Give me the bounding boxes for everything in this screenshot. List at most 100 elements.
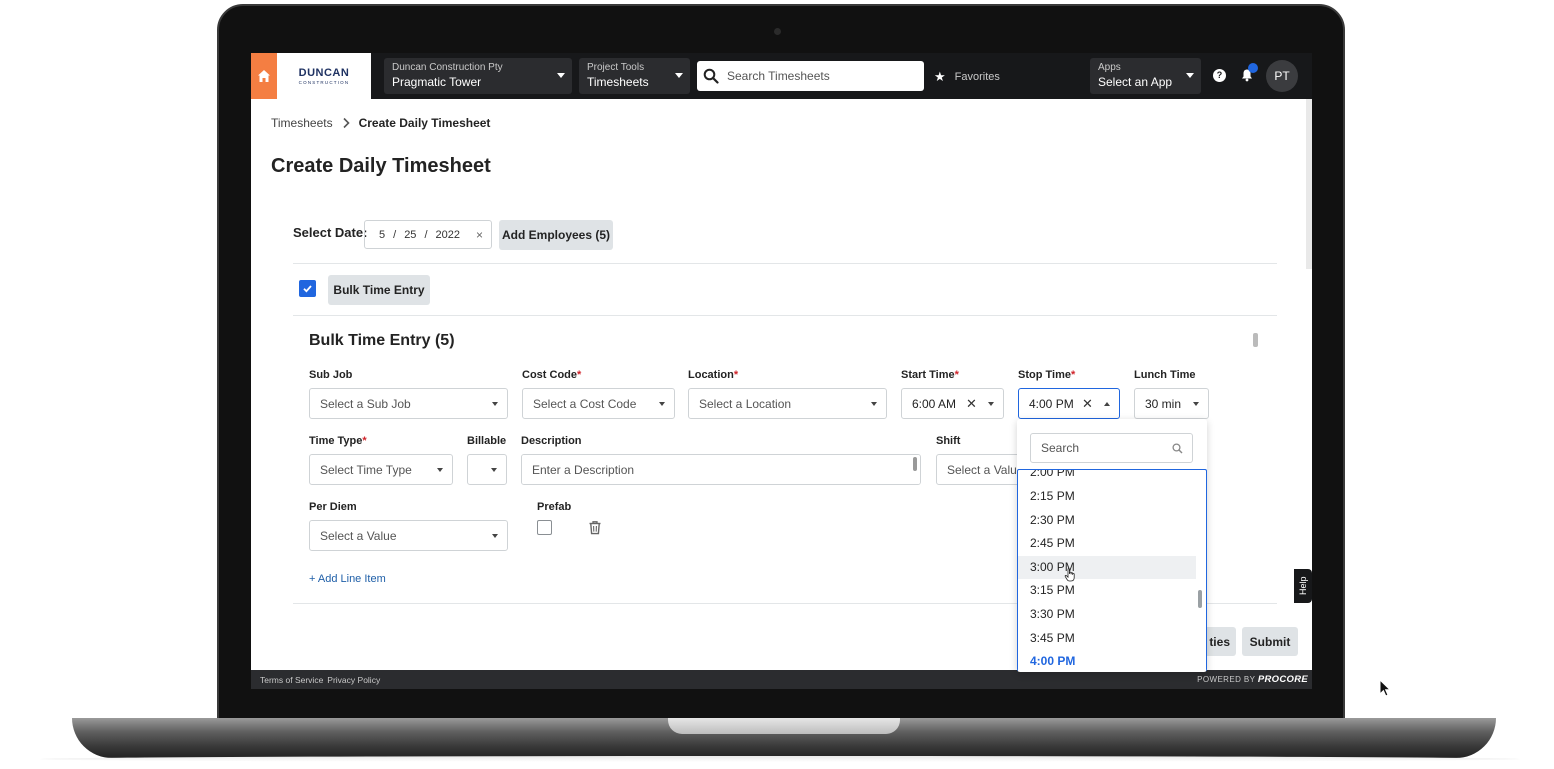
checkmark-icon <box>303 285 312 293</box>
caret-up-icon <box>1104 402 1110 406</box>
sub-job-select[interactable]: Select a Sub Job <box>309 388 508 419</box>
time-option[interactable]: 3:15 PM <box>1018 579 1196 603</box>
divider <box>293 315 1277 316</box>
time-option[interactable]: 2:30 PM <box>1018 509 1196 533</box>
location-placeholder: Select a Location <box>699 396 792 411</box>
help-tab[interactable]: Help <box>1294 569 1312 603</box>
time-option[interactable]: 3:30 PM <box>1018 603 1196 627</box>
time-type-select[interactable]: Select Time Type <box>309 454 453 485</box>
breadcrumb-current: Create Daily Timesheet <box>358 116 491 130</box>
tools-label: Project Tools <box>587 62 645 73</box>
apps-selector[interactable]: Apps Select an App <box>1090 58 1201 94</box>
submit-button[interactable]: Submit <box>1242 627 1298 656</box>
dropdown-search[interactable] <box>1030 433 1193 463</box>
date-day[interactable]: 25 <box>404 229 416 241</box>
caret-down-icon <box>988 402 994 406</box>
caret-down-icon <box>659 402 665 406</box>
footer: Terms of Service Privacy Policy POWERED … <box>251 670 1312 689</box>
billable-select[interactable] <box>467 454 507 485</box>
global-search[interactable] <box>697 61 924 91</box>
hand-cursor-icon <box>1064 568 1075 582</box>
shift-placeholder: Select a Value <box>947 462 1024 477</box>
laptop-mockup: DUNCAN CONSTRUCTION Duncan Construction … <box>0 0 1554 769</box>
select-date-label: Select Date: <box>293 225 368 240</box>
lunch-time-select[interactable]: 30 min <box>1134 388 1209 419</box>
description-resize-handle[interactable] <box>913 457 917 471</box>
bulk-time-entry-checkbox[interactable] <box>299 280 316 297</box>
avatar[interactable]: PT <box>1266 60 1298 92</box>
company-name: Duncan Construction Pty <box>392 62 503 73</box>
stop-time-value: 4:00 PM <box>1029 396 1074 411</box>
description-input[interactable] <box>521 454 921 485</box>
stop-time-select[interactable]: 4:00 PM ✕ <box>1018 388 1120 419</box>
stop-time-dropdown: 2:00 PM 2:15 PM 2:30 PM 2:45 PM 3:00 PM … <box>1017 419 1207 672</box>
page-scrollbar[interactable] <box>1306 99 1312 269</box>
powered-by: POWERED BY PROCORE <box>1197 674 1308 685</box>
time-options-list[interactable]: 2:00 PM 2:15 PM 2:30 PM 2:45 PM 3:00 PM … <box>1017 469 1207 672</box>
date-month[interactable]: 5 <box>379 229 385 241</box>
help-icon[interactable]: ? <box>1213 69 1226 82</box>
date-separator: / <box>393 228 397 241</box>
time-option[interactable]: 2:45 PM <box>1018 532 1196 556</box>
location-select[interactable]: Select a Location <box>688 388 887 419</box>
bulk-time-entry-button[interactable]: Bulk Time Entry <box>328 275 430 305</box>
search-input[interactable] <box>727 69 907 83</box>
cost-code-select[interactable]: Select a Cost Code <box>522 388 675 419</box>
per-diem-select[interactable]: Select a Value <box>309 520 508 551</box>
laptop-shadow <box>40 756 1520 762</box>
date-field[interactable]: 5 / 25 / 2022 × <box>364 220 492 249</box>
clear-stop-time-icon[interactable]: ✕ <box>1082 396 1093 412</box>
company-logo[interactable]: DUNCAN CONSTRUCTION <box>277 53 371 99</box>
time-option[interactable]: 3:45 PM <box>1018 627 1196 651</box>
prefab-label: Prefab <box>537 501 572 513</box>
apps-value: Select an App <box>1098 75 1173 89</box>
laptop-camera <box>774 28 781 35</box>
lunch-time-value: 30 min <box>1145 396 1182 411</box>
per-diem-placeholder: Select a Value <box>320 528 397 543</box>
caret-down-icon <box>437 468 443 472</box>
search-icon <box>1172 443 1183 454</box>
trash-icon[interactable] <box>588 520 602 535</box>
chevron-right-icon <box>343 117 350 129</box>
privacy-link[interactable]: Privacy Policy <box>327 675 380 685</box>
lunch-time-label: Lunch Time <box>1134 369 1196 381</box>
time-option[interactable]: 2:00 PM <box>1018 470 1196 485</box>
favorites-button[interactable]: ★ Favorites <box>934 69 1000 85</box>
location-label: Location* <box>688 369 739 381</box>
add-line-item-link[interactable]: + Add Line Item <box>309 573 386 585</box>
chevron-down-icon <box>1186 73 1194 78</box>
add-employees-button[interactable]: Add Employees (5) <box>499 220 613 250</box>
time-option-selected[interactable]: 4:00 PM <box>1018 650 1196 672</box>
sub-job-placeholder: Select a Sub Job <box>320 396 411 411</box>
clear-start-time-icon[interactable]: ✕ <box>966 396 977 412</box>
date-year[interactable]: 2022 <box>436 229 460 241</box>
time-type-placeholder: Select Time Type <box>320 462 412 477</box>
caret-down-icon <box>492 534 498 538</box>
breadcrumb-timesheets-link[interactable]: Timesheets <box>271 116 333 130</box>
clear-date-icon[interactable]: × <box>476 228 483 242</box>
terms-link[interactable]: Terms of Service <box>260 675 323 685</box>
stop-time-label: Stop Time* <box>1018 369 1076 381</box>
prefab-checkbox[interactable] <box>537 520 552 535</box>
laptop-base-notch <box>668 718 900 734</box>
time-type-label: Time Type* <box>309 435 367 447</box>
project-name: Pragmatic Tower <box>392 75 482 89</box>
tools-selector[interactable]: Project Tools Timesheets <box>579 58 690 94</box>
procore-logo: PROCORE <box>1257 674 1308 685</box>
shift-select[interactable]: Select a Value <box>936 454 1026 485</box>
dropdown-search-input[interactable] <box>1041 441 1171 455</box>
home-icon <box>258 70 270 82</box>
time-option[interactable]: 2:15 PM <box>1018 485 1196 509</box>
cost-code-label: Cost Code* <box>522 369 582 381</box>
section-scroll-handle[interactable] <box>1253 333 1258 347</box>
divider <box>293 263 1277 264</box>
home-button[interactable] <box>251 53 277 99</box>
billable-label: Billable <box>467 435 507 447</box>
start-time-select[interactable]: 6:00 AM ✕ <box>901 388 1004 419</box>
chevron-down-icon <box>675 73 683 78</box>
project-selector[interactable]: Duncan Construction Pty Pragmatic Tower <box>384 58 572 94</box>
time-option-hovered[interactable]: 3:00 PM <box>1018 555 1196 580</box>
dropdown-scrollbar[interactable] <box>1198 590 1202 608</box>
logo-text: DUNCAN <box>298 67 350 79</box>
date-separator: / <box>424 228 428 241</box>
